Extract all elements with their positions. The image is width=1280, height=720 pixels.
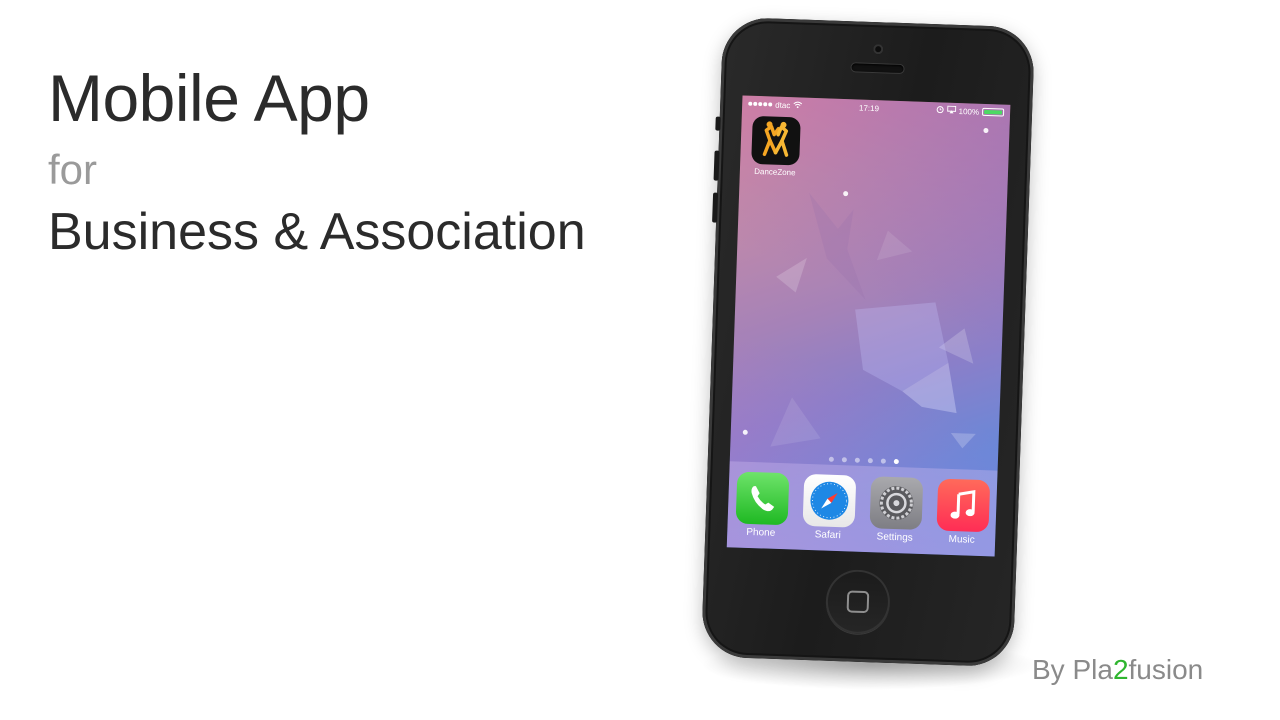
page-dot xyxy=(841,457,847,463)
status-time: 17:19 xyxy=(858,103,880,113)
headline-subtitle: Business & Association xyxy=(48,203,586,261)
dock-app-phone[interactable]: Phone xyxy=(733,471,791,539)
dancers-icon xyxy=(751,115,801,166)
dock-label: Phone xyxy=(746,526,776,539)
battery-percent: 100% xyxy=(958,106,980,117)
wifi-icon xyxy=(793,101,803,110)
home-square-icon xyxy=(846,590,870,614)
page-dot xyxy=(828,456,834,462)
page-dot xyxy=(880,458,886,464)
page-dot xyxy=(893,458,899,465)
home-button[interactable] xyxy=(824,568,892,635)
front-camera xyxy=(873,44,884,55)
dock-label: Settings xyxy=(876,531,913,544)
volume-up-button xyxy=(713,150,720,181)
phone-device: dtac 17:19 100% DanceZone Phone Safari S… xyxy=(700,16,1036,668)
app-label: DanceZone xyxy=(754,166,796,178)
volume-down-button xyxy=(712,192,719,223)
signal-strength-icon xyxy=(748,101,773,107)
dock-label: Music xyxy=(948,533,975,546)
page-dot xyxy=(867,458,873,464)
dock: Phone Safari Settings Music xyxy=(726,461,998,557)
battery-icon xyxy=(981,107,1005,117)
dock-label: Safari xyxy=(814,529,841,542)
headline-title: Mobile App xyxy=(48,61,370,135)
alarm-icon xyxy=(935,105,944,115)
byline-accent: 2 xyxy=(1112,654,1129,685)
byline-suffix: fusion xyxy=(1128,654,1204,685)
status-left: dtac xyxy=(748,99,803,110)
status-right: 100% xyxy=(935,105,1005,117)
gear-icon xyxy=(869,476,923,530)
headline: Mobile App for Business & Association xyxy=(48,58,586,264)
phone-icon xyxy=(735,471,789,526)
carrier-name: dtac xyxy=(775,100,791,110)
music-note-icon xyxy=(935,478,990,533)
dock-app-music[interactable]: Music xyxy=(933,478,991,546)
headline-connector: for xyxy=(48,146,98,193)
page-dot xyxy=(854,457,860,463)
dock-app-safari[interactable]: Safari xyxy=(800,473,858,542)
airplay-icon xyxy=(946,105,956,116)
mute-switch xyxy=(715,116,721,131)
dock-app-settings[interactable]: Settings xyxy=(867,476,925,544)
earpiece-speaker xyxy=(851,63,904,74)
byline: By Pla2fusion xyxy=(1032,654,1203,686)
compass-icon xyxy=(802,473,856,528)
byline-prefix: By Pla xyxy=(1032,654,1113,685)
app-dancezone[interactable]: DanceZone xyxy=(748,115,804,178)
phone-screen: dtac 17:19 100% DanceZone Phone Safari S… xyxy=(726,95,1011,557)
